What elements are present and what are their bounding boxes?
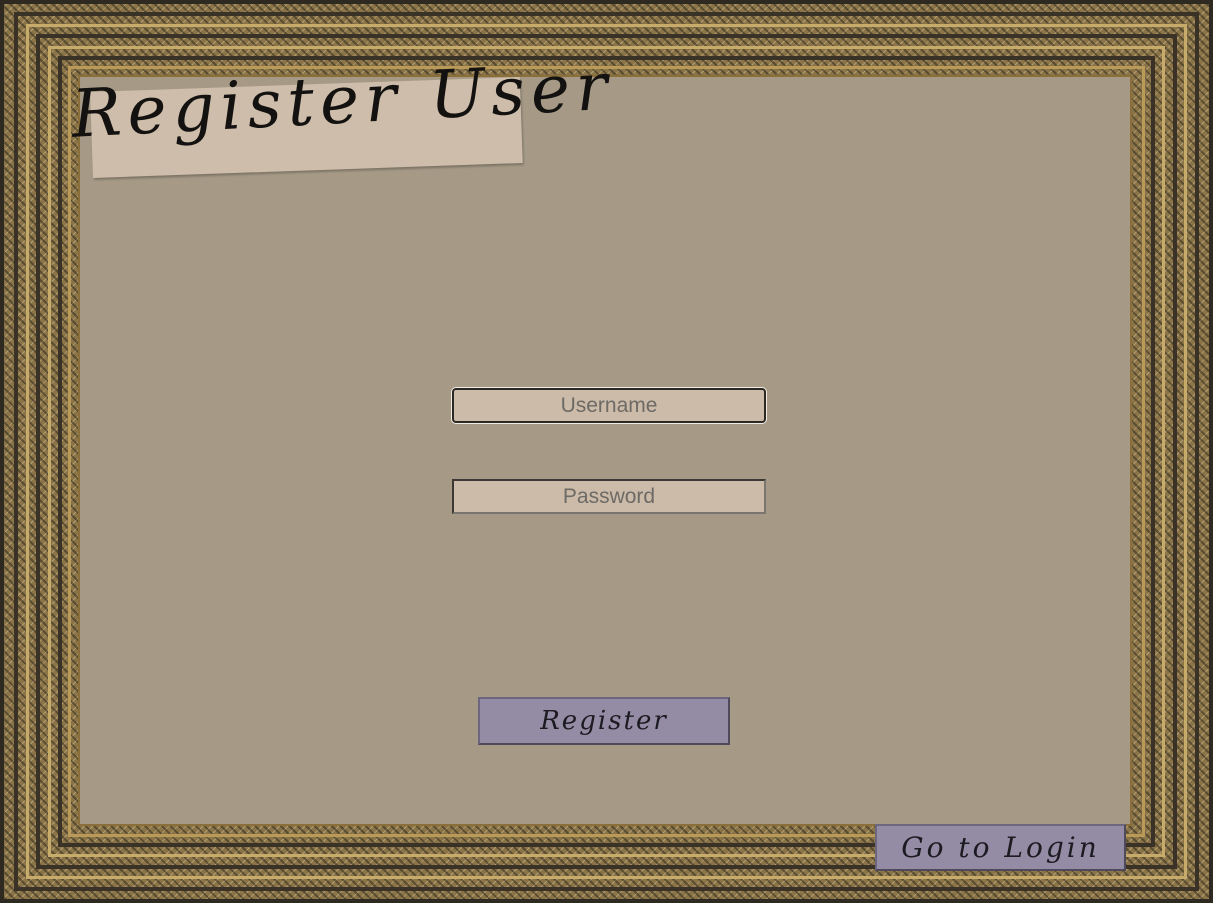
register-button[interactable]: Register — [478, 697, 730, 745]
password-input[interactable] — [452, 479, 766, 514]
go-to-login-button[interactable]: Go to Login — [875, 824, 1126, 871]
username-input[interactable] — [452, 388, 766, 423]
